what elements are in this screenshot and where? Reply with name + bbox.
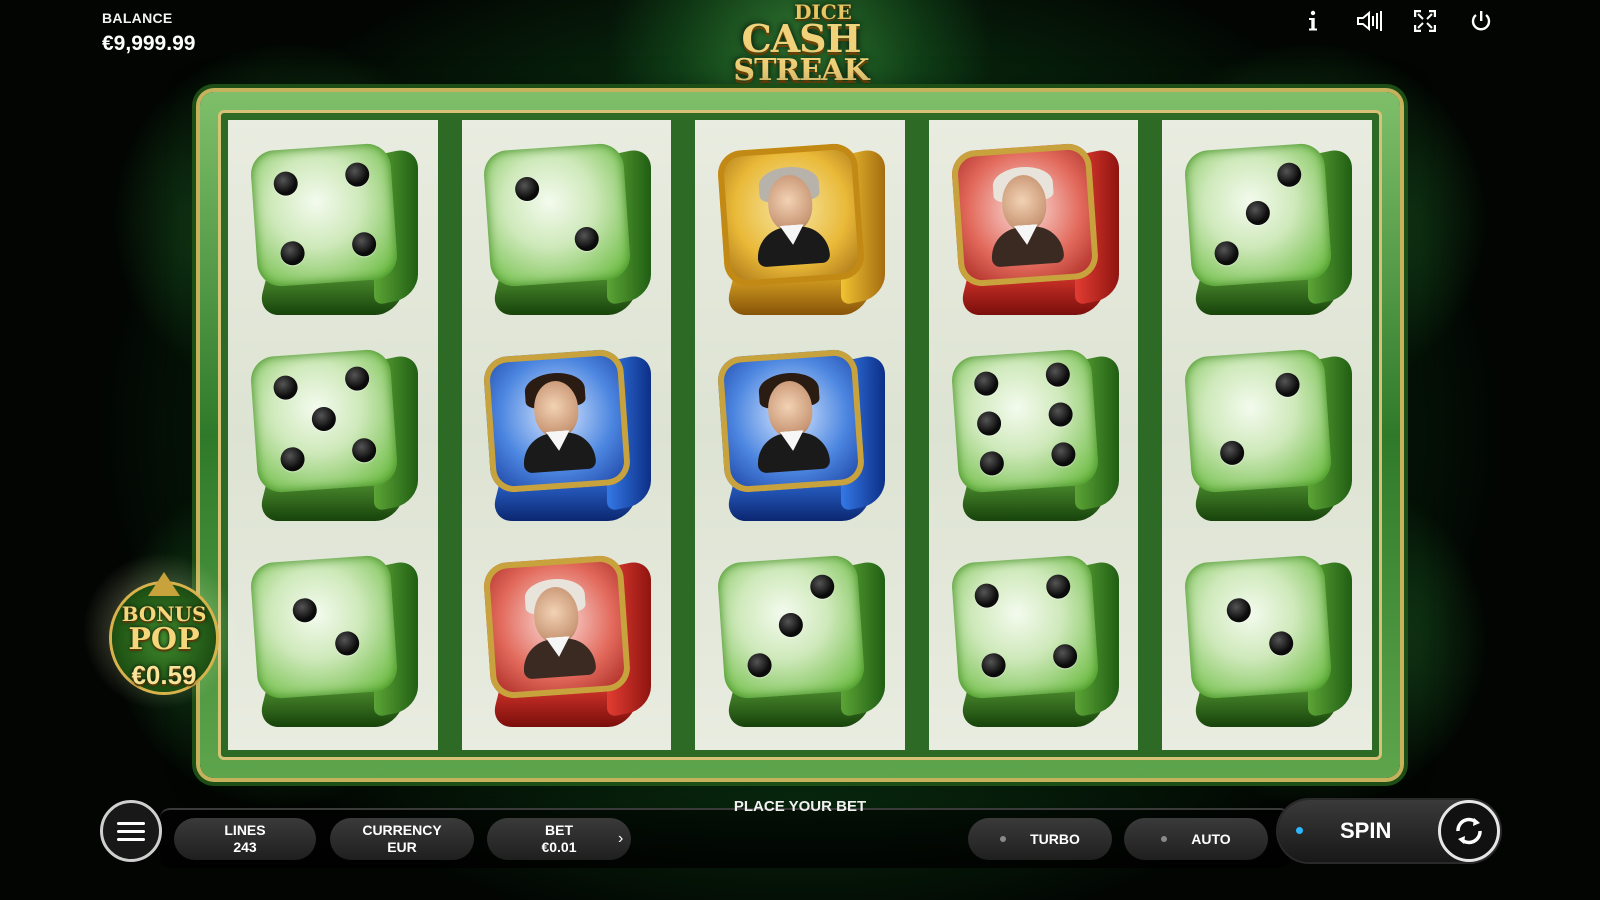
control-bar: PLACE YOUR BET LINES 243 CURRENCY EUR BE… — [0, 790, 1600, 900]
lincoln-portrait-die-symbol — [711, 343, 889, 527]
washington-portrait-die-symbol — [945, 137, 1123, 321]
currency-button[interactable]: CURRENCY EUR — [330, 818, 474, 860]
green-die-symbol — [244, 343, 422, 527]
spin-indicator — [1296, 827, 1303, 834]
spin-arrows-icon[interactable] — [1438, 800, 1500, 862]
bonus-pop-line2: POP — [128, 622, 200, 657]
green-die-symbol — [244, 137, 422, 321]
hamburger-icon — [117, 821, 145, 825]
reel-area — [228, 120, 1372, 750]
sound-icon[interactable] — [1356, 8, 1382, 34]
top-toolbar — [1300, 8, 1494, 34]
green-die-symbol — [945, 549, 1123, 733]
turbo-toggle[interactable]: TURBO — [968, 818, 1112, 860]
green-die-symbol — [477, 137, 655, 321]
turbo-label: TURBO — [1030, 830, 1080, 847]
game-logo: DICE CASH STREAK — [716, 2, 886, 94]
green-die-symbol — [1178, 549, 1356, 733]
logo-line-streak: STREAK — [733, 53, 869, 88]
auto-indicator — [1161, 836, 1168, 842]
bonus-pop-value: €0.59 — [131, 660, 197, 690]
reel-2 — [461, 120, 672, 750]
balance-value: €9,999.99 — [102, 32, 196, 55]
reel-4 — [928, 120, 1139, 750]
green-die-symbol — [711, 549, 889, 733]
spin-button[interactable]: SPIN — [1278, 800, 1500, 862]
bonus-pop-badge: BONUS POP €0.59 — [76, 546, 246, 716]
jackson-portrait-die-symbol — [711, 137, 889, 321]
auto-toggle[interactable]: AUTO — [1124, 818, 1268, 860]
status-message: PLACE YOUR BET — [733, 798, 867, 815]
green-die-symbol — [244, 549, 422, 733]
reel-3 — [695, 120, 905, 750]
bet-button[interactable]: BET €0.01 — [487, 818, 631, 860]
lincoln-portrait-die-symbol — [477, 343, 655, 527]
reel-frame — [200, 92, 1400, 778]
bet-label: BET — [545, 822, 573, 838]
spin-label: SPIN — [1340, 818, 1392, 843]
green-die-symbol — [1178, 137, 1356, 321]
currency-value: EUR — [387, 839, 417, 855]
balance-label: BALANCE — [102, 10, 173, 26]
bet-increase-chevron-icon[interactable]: › — [618, 830, 623, 848]
turbo-indicator — [1000, 836, 1007, 842]
green-die-symbol — [945, 343, 1123, 527]
reel-1 — [228, 120, 438, 750]
info-icon[interactable] — [1300, 8, 1326, 34]
lines-value: 243 — [233, 839, 257, 855]
lines-label: LINES — [224, 822, 266, 838]
balance-display: BALANCE €9,999.99 — [102, 10, 195, 56]
power-icon[interactable] — [1468, 8, 1494, 34]
green-die-symbol — [1178, 343, 1356, 527]
reel-5 — [1162, 120, 1372, 750]
washington-portrait-die-symbol — [477, 549, 655, 733]
logo-line-cash: CASH — [741, 16, 861, 61]
fullscreen-icon[interactable] — [1412, 8, 1438, 34]
lines-button[interactable]: LINES 243 — [174, 818, 316, 860]
menu-button[interactable] — [100, 800, 162, 862]
auto-label: AUTO — [1191, 830, 1231, 847]
currency-label: CURRENCY — [362, 822, 442, 838]
bet-value: €0.01 — [541, 839, 577, 855]
